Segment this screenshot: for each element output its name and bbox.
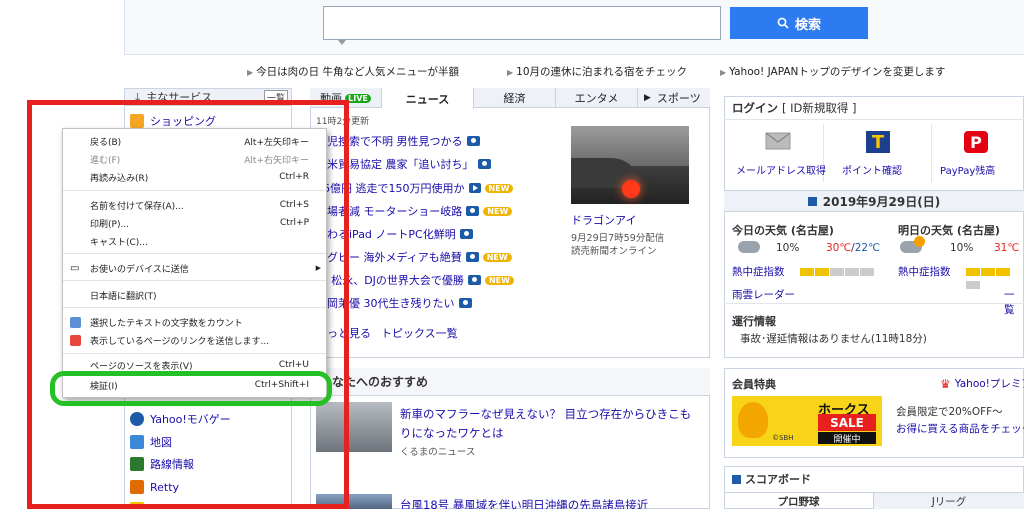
search-input[interactable] — [323, 6, 721, 40]
tab-sports[interactable]: ▶ スポーツ — [638, 88, 710, 108]
tpoint-icon: T — [866, 131, 890, 153]
photo-sun — [622, 180, 640, 198]
tab-entertainment[interactable]: エンタメ — [556, 88, 638, 108]
new-badge: NEW — [484, 183, 514, 193]
paypay-tile[interactable]: P PayPay残高 — [934, 124, 1024, 182]
hawks-banner[interactable]: ホークス SALE 開催中 ©SBH — [732, 396, 882, 446]
recommend-title-1[interactable]: 新車のマフラーなぜ見えない？ 目立つ存在からひきこもりになったワケとは — [400, 405, 700, 443]
camera-icon — [467, 275, 481, 285]
camera-icon — [466, 206, 480, 216]
search-button-label: 検索 — [794, 17, 821, 33]
triangle-icon: ▶ — [507, 68, 514, 77]
date-bar: 2019年9月29日(日) — [724, 190, 1024, 212]
search-assist-arrow-icon[interactable] — [338, 40, 346, 45]
triangle-icon: ▶ — [720, 68, 727, 77]
camera-icon — [458, 298, 472, 308]
photo-caption[interactable]: ドラゴンアイ — [571, 212, 636, 228]
premium-brand[interactable]: ♛Yahoo!プレミアム — [940, 376, 1024, 391]
tomorrow-rain: 10% — [950, 242, 974, 254]
recommend-title: あなたへのおすすめ — [310, 368, 710, 396]
photo-source: 読売新聞オンライン — [571, 246, 657, 257]
tab-baseball[interactable]: プロ野球 — [724, 493, 874, 509]
transit-title[interactable]: 運行情報 — [732, 313, 776, 329]
weather-list-link[interactable]: 一覧 — [1004, 287, 1024, 317]
heat-index-link[interactable]: 熱中症指数 — [732, 264, 785, 279]
new-badge: NEW — [482, 252, 512, 262]
mascot-icon — [738, 402, 768, 438]
new-badge: NEW — [483, 206, 513, 216]
today-rain: 10% — [776, 242, 800, 254]
news-tabs: 動画 LIVE ニュース 経済 エンタメ ▶ スポーツ — [310, 88, 710, 109]
scoreboard-title: スコアボード — [732, 471, 811, 487]
score-icon — [732, 474, 741, 484]
tab-economy[interactable]: 経済 — [474, 88, 556, 108]
point-tile[interactable]: T ポイント確認 — [826, 124, 932, 182]
green-highlight-frame — [50, 371, 332, 406]
login-header: ログイン [ ID新規取得 ] — [724, 96, 1024, 120]
topic-link-1[interactable]: ▶ 今日は肉の日 牛角など人気メニューが半額 — [247, 64, 459, 79]
tomorrow-temp: 31℃ — [994, 242, 1020, 254]
paypay-icon: P — [964, 131, 988, 153]
sun-icon — [914, 236, 925, 247]
search-button[interactable]: 検索 — [730, 7, 868, 39]
red-highlight-frame — [27, 100, 349, 509]
camera-icon — [466, 136, 480, 146]
photo-time: 9月29日7時59分配信 — [571, 233, 665, 244]
today-temp: 30℃/22℃ — [826, 242, 880, 254]
tab-jleague[interactable]: Jリーグ — [874, 493, 1024, 509]
transit-status: 事故･遅延情報はありません(11時18分) — [740, 333, 927, 345]
mail-tile[interactable]: メールアドレス取得 — [730, 124, 826, 182]
weather-today-title[interactable]: 今日の天気 (名古屋) — [732, 222, 834, 238]
login-link[interactable]: ログイン — [732, 100, 778, 116]
register-link[interactable]: [ ID新規取得 ] — [782, 100, 857, 116]
camera-icon — [459, 229, 473, 239]
recommend-title-2[interactable]: 台風18号 暴風域を伴い明日沖縄の先島諸島接近 — [400, 497, 648, 509]
divider — [726, 303, 1024, 304]
new-badge: NEW — [484, 275, 514, 285]
heat-index-bar — [800, 266, 875, 279]
camera-icon — [477, 159, 491, 169]
member-text-1: 会員限定で20%OFF～ — [896, 406, 1003, 418]
search-icon — [777, 17, 789, 29]
topics-list-link[interactable]: トピックス一覧 — [381, 325, 458, 341]
mail-icon — [765, 132, 791, 150]
calendar-icon — [807, 196, 817, 206]
scoreboard-tabs: プロ野球 Jリーグ — [724, 492, 1024, 509]
recommend-source-1: くるまのニュース — [400, 447, 476, 458]
member-text-2[interactable]: お得に買える商品をチェック — [896, 421, 1024, 436]
play-icon: ▶ — [644, 93, 651, 103]
triangle-icon: ▶ — [247, 68, 254, 77]
heat-index-link-tomorrow[interactable]: 熱中症指数 — [898, 264, 951, 279]
topic-link-3[interactable]: ▶ Yahoo! JAPANトップのデザインを変更します — [720, 64, 945, 79]
weather-tomorrow-title[interactable]: 明日の天気 (名古屋) — [898, 222, 1000, 238]
video-icon — [468, 183, 481, 193]
member-title: 会員特典 — [732, 378, 776, 391]
topic-link-2[interactable]: ▶ 10月の連休に泊まれる宿をチェック — [507, 64, 687, 79]
tab-news[interactable]: ニュース — [382, 88, 474, 109]
camera-icon — [465, 252, 479, 262]
crown-icon: ♛ — [940, 376, 951, 391]
cloud-icon — [738, 241, 760, 253]
rain-radar-link[interactable]: 雨雲レーダー — [732, 287, 795, 302]
